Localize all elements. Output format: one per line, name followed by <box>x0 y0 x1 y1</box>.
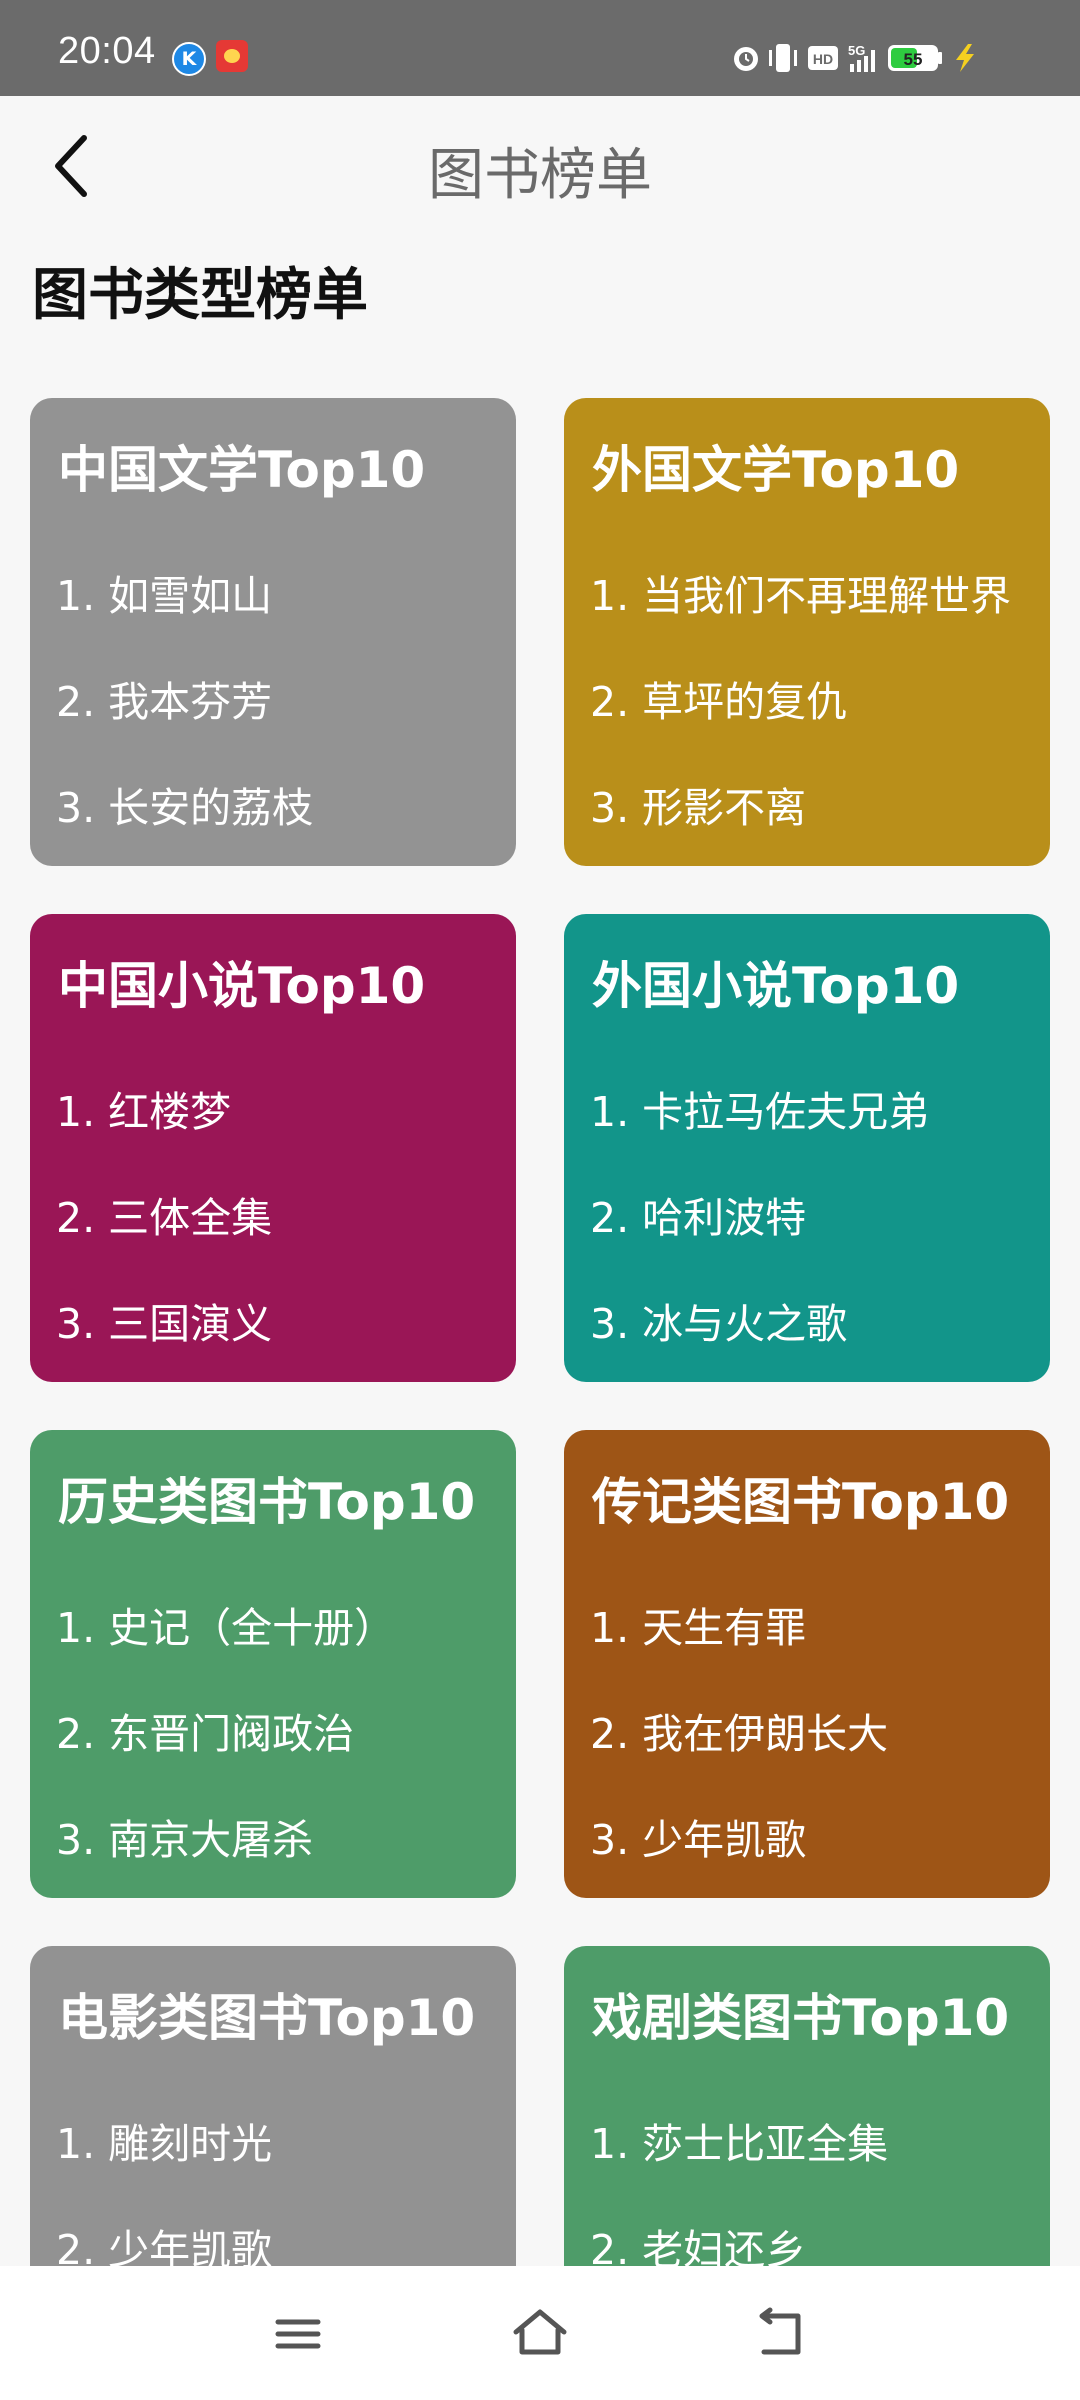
menu-icon <box>275 2319 321 2349</box>
svg-text:5G: 5G <box>848 43 865 58</box>
card-list-item[interactable]: 3. 少年凯歌 <box>590 1806 806 1866</box>
hd-icon: HD <box>808 46 838 70</box>
card-list-item[interactable]: 3. 三国演义 <box>56 1290 272 1350</box>
card-list-item[interactable]: 3. 长安的荔枝 <box>56 774 313 834</box>
battery-icon: 55 <box>888 45 942 71</box>
card-list-item[interactable]: 1. 卡拉马佐夫兄弟 <box>590 1078 929 1138</box>
card-title: 戏剧类图书Top10 <box>592 1989 1010 2047</box>
section-title: 图书类型榜单 <box>32 263 368 328</box>
card-title: 外国文学Top10 <box>592 441 960 499</box>
category-card-history[interactable]: 历史类图书Top10 1. 史记（全十册） 2. 东晋门阀政治 3. 南京大屠杀 <box>30 1430 516 1898</box>
app-header: 图书榜单 <box>0 96 1080 244</box>
card-list-item[interactable]: 2. 我在伊朗长大 <box>590 1700 888 1760</box>
vibrate-icon <box>769 44 797 72</box>
card-list-item[interactable]: 3. 南京大屠杀 <box>56 1806 313 1866</box>
card-title: 传记类图书Top10 <box>592 1473 1010 1531</box>
card-list-item[interactable]: 2. 东晋门阀政治 <box>56 1700 354 1760</box>
card-title: 中国文学Top10 <box>58 441 426 499</box>
card-list-item[interactable]: 1. 红楼梦 <box>56 1078 231 1138</box>
app-screen: 20:04 K HD 5G 55 图书榜单 图书类型榜单 中国文学Top10 1… <box>0 0 1080 2400</box>
svg-text:HD: HD <box>813 51 833 67</box>
card-list-item[interactable]: 2. 草坪的复仇 <box>590 668 847 728</box>
card-list-item[interactable]: 2. 我本芬芳 <box>56 668 272 728</box>
status-icons: HD 5G 55 <box>730 38 1020 74</box>
charging-icon <box>956 44 974 72</box>
card-title: 电影类图书Top10 <box>58 1989 476 2047</box>
alarm-icon <box>734 47 758 71</box>
back-nav-button[interactable] <box>748 2302 812 2366</box>
page-title: 图书榜单 <box>428 143 652 208</box>
system-navigation-bar <box>0 2266 1080 2400</box>
svg-text:55: 55 <box>904 50 923 69</box>
card-list-item[interactable]: 1. 天生有罪 <box>590 1594 806 1654</box>
home-icon <box>513 2309 567 2355</box>
card-title: 历史类图书Top10 <box>58 1473 476 1531</box>
status-bar: 20:04 K HD 5G 55 <box>0 0 1080 96</box>
card-list-item[interactable]: 1. 当我们不再理解世界 <box>590 562 1011 622</box>
card-list-item[interactable]: 2. 哈利波特 <box>590 1184 806 1244</box>
signal-5g-icon: 5G <box>848 43 875 72</box>
return-icon <box>759 2307 801 2355</box>
system-status-icons: HD 5G 55 <box>734 43 974 72</box>
card-list-item[interactable]: 1. 史记（全十册） <box>56 1594 395 1654</box>
category-card-chinese-literature[interactable]: 中国文学Top10 1. 如雪如山 2. 我本芬芳 3. 长安的荔枝 <box>30 398 516 866</box>
category-card-biography[interactable]: 传记类图书Top10 1. 天生有罪 2. 我在伊朗长大 3. 少年凯歌 <box>564 1430 1050 1898</box>
card-list-item[interactable]: 2. 三体全集 <box>56 1184 272 1244</box>
card-list-item[interactable]: 1. 莎士比亚全集 <box>590 2110 888 2170</box>
card-title: 中国小说Top10 <box>58 957 426 1015</box>
category-card-chinese-novels[interactable]: 中国小说Top10 1. 红楼梦 2. 三体全集 3. 三国演义 <box>30 914 516 1382</box>
status-time: 20:04 <box>58 30 156 72</box>
card-list-item[interactable]: 1. 雕刻时光 <box>56 2110 272 2170</box>
app-notification-icon <box>216 40 248 72</box>
card-list-item[interactable]: 3. 形影不离 <box>590 774 806 834</box>
recent-apps-button[interactable] <box>266 2302 330 2366</box>
card-list-item[interactable]: 3. 冰与火之歌 <box>590 1290 847 1350</box>
home-button[interactable] <box>508 2302 572 2366</box>
card-list-item[interactable]: 1. 如雪如山 <box>56 562 272 622</box>
card-title: 外国小说Top10 <box>592 957 960 1015</box>
category-card-foreign-literature[interactable]: 外国文学Top10 1. 当我们不再理解世界 2. 草坪的复仇 3. 形影不离 <box>564 398 1050 866</box>
category-card-foreign-novels[interactable]: 外国小说Top10 1. 卡拉马佐夫兄弟 2. 哈利波特 3. 冰与火之歌 <box>564 914 1050 1382</box>
k-app-icon: K <box>172 42 206 76</box>
